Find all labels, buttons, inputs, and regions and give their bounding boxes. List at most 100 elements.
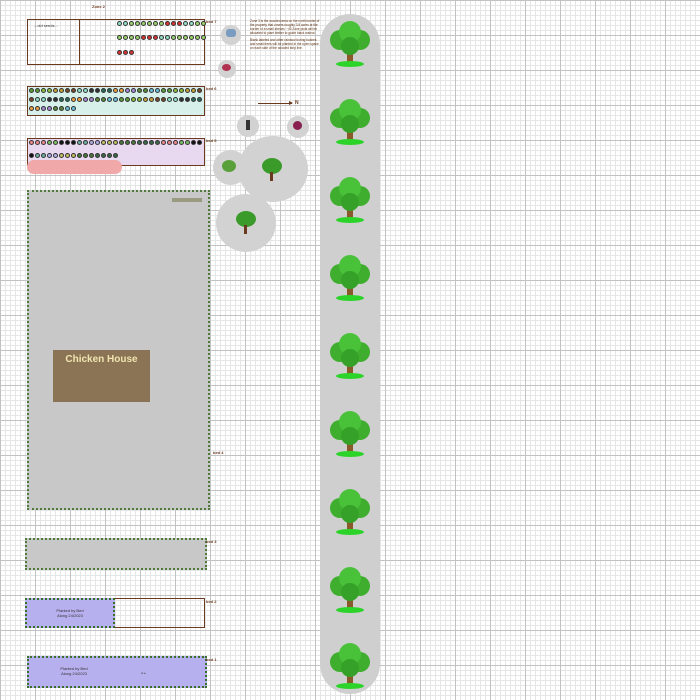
- plant-icon: [112, 152, 118, 158]
- plant-icon: [34, 96, 40, 102]
- plant-icon: [70, 152, 76, 158]
- plant-icon: [64, 106, 70, 112]
- plant-icon: [58, 96, 64, 102]
- plant-icon: [94, 87, 100, 93]
- zone-note: Zone 3 is the wooded area on the north b…: [250, 19, 320, 53]
- plant-icon: [190, 96, 196, 102]
- tree-icon: [330, 643, 370, 689]
- plant-icon: [34, 139, 40, 145]
- plant-icon: [164, 20, 170, 26]
- plant-icon: [64, 96, 70, 102]
- plant-icon: [148, 87, 154, 93]
- plant-icon: [154, 139, 160, 145]
- plant-icon: [116, 20, 122, 26]
- plant-icon: [100, 152, 106, 158]
- plant-icon: [52, 87, 58, 93]
- plant-icon: [200, 35, 206, 41]
- plant-icon: [94, 152, 100, 158]
- plant-icon: [158, 20, 164, 26]
- plant-icon: [184, 139, 190, 145]
- plant-icon: [28, 139, 34, 145]
- plant-icon: [176, 35, 182, 41]
- plant-icon: [172, 139, 178, 145]
- plant-icon: [182, 35, 188, 41]
- plant-icon: [64, 87, 70, 93]
- bed-6[interactable]: [27, 86, 205, 116]
- plant-icon: [194, 20, 200, 26]
- chicken-house[interactable]: Chicken House: [53, 350, 150, 402]
- plant-icon: [82, 152, 88, 158]
- plant-icon: [124, 87, 130, 93]
- bed-7-cell-label: ...old seeds...: [34, 23, 58, 28]
- plant-icon: [58, 139, 64, 145]
- plant-icon: [176, 20, 182, 26]
- plant-icon: [100, 87, 106, 93]
- bed-7-label: bed 7: [206, 19, 217, 24]
- plant-icon: [170, 35, 176, 41]
- bed-5-label: bed 5: [206, 138, 217, 143]
- bed-4-label: bed 4: [213, 450, 224, 455]
- plant-icon: [178, 139, 184, 145]
- plant-icon: [52, 106, 58, 112]
- garden-plan-canvas[interactable]: Zone 2 ...old seeds... bed 7 bed 6 N bed: [0, 0, 700, 700]
- shrub-icon: [222, 64, 231, 71]
- tree-icon: [330, 99, 370, 145]
- plant-icon: [136, 87, 142, 93]
- plant-icon: [46, 152, 52, 158]
- plant-icon: [118, 87, 124, 93]
- plant-icon: [28, 96, 34, 102]
- plant-icon: [188, 20, 194, 26]
- plant-icon: [116, 49, 122, 55]
- plant-icon: [112, 139, 118, 145]
- plant-icon: [70, 106, 76, 112]
- tree-icon: [330, 411, 370, 457]
- plant-icon: [124, 139, 130, 145]
- bed-3-label: bed 3: [206, 539, 217, 544]
- plant-icon: [190, 87, 196, 93]
- bed-6-plants: [28, 87, 206, 115]
- plant-icon: [52, 139, 58, 145]
- bed-6-label: bed 6: [206, 86, 217, 91]
- plant-icon: [196, 96, 202, 102]
- plant-icon: [70, 139, 76, 145]
- plant-icon: [172, 87, 178, 93]
- plant-icon: [148, 139, 154, 145]
- plant-icon: [40, 152, 46, 158]
- bed-7[interactable]: ...old seeds...: [27, 19, 206, 65]
- plant-icon: [146, 35, 152, 41]
- gate-icon: [172, 198, 202, 202]
- plant-icon: [128, 49, 134, 55]
- bed-2-planted-area[interactable]: Planted by Bed Along 24/2023: [25, 598, 115, 628]
- plant-icon: [130, 87, 136, 93]
- bed-1-planted-area[interactable]: Planted by Bed Along 24/2023 w.e.: [27, 656, 207, 688]
- plant-icon: [122, 35, 128, 41]
- bed-3[interactable]: [25, 538, 207, 570]
- plant-icon: [184, 87, 190, 93]
- plant-icon: [196, 139, 202, 145]
- north-arrow-label: N: [295, 100, 299, 106]
- plant-icon: [128, 35, 134, 41]
- tree-icon: [330, 177, 370, 223]
- zone-note-paragraph-1: Zone 3 is the wooded area on the north b…: [250, 19, 320, 35]
- plant-icon: [158, 35, 164, 41]
- chicken-house-label: Chicken House: [65, 354, 138, 365]
- plant-icon: [200, 20, 206, 26]
- plant-icon: [178, 87, 184, 93]
- plant-icon: [152, 20, 158, 26]
- plant-icon: [58, 152, 64, 158]
- bed-2-planted-line-2: Along 24/2023: [57, 613, 83, 618]
- plant-icon: [182, 20, 188, 26]
- plant-icon: [64, 152, 70, 158]
- plant-icon: [130, 96, 136, 102]
- plant-icon: [160, 87, 166, 93]
- plant-icon: [122, 20, 128, 26]
- plant-icon: [70, 96, 76, 102]
- plant-icon: [100, 96, 106, 102]
- plant-icon: [154, 96, 160, 102]
- tree-icon: [330, 567, 370, 613]
- shrub-icon: [222, 160, 236, 172]
- bed-1-planted-line-2: Along 24/2023: [61, 671, 87, 676]
- plant-icon: [28, 106, 34, 112]
- plant-icon: [106, 96, 112, 102]
- plant-icon: [40, 87, 46, 93]
